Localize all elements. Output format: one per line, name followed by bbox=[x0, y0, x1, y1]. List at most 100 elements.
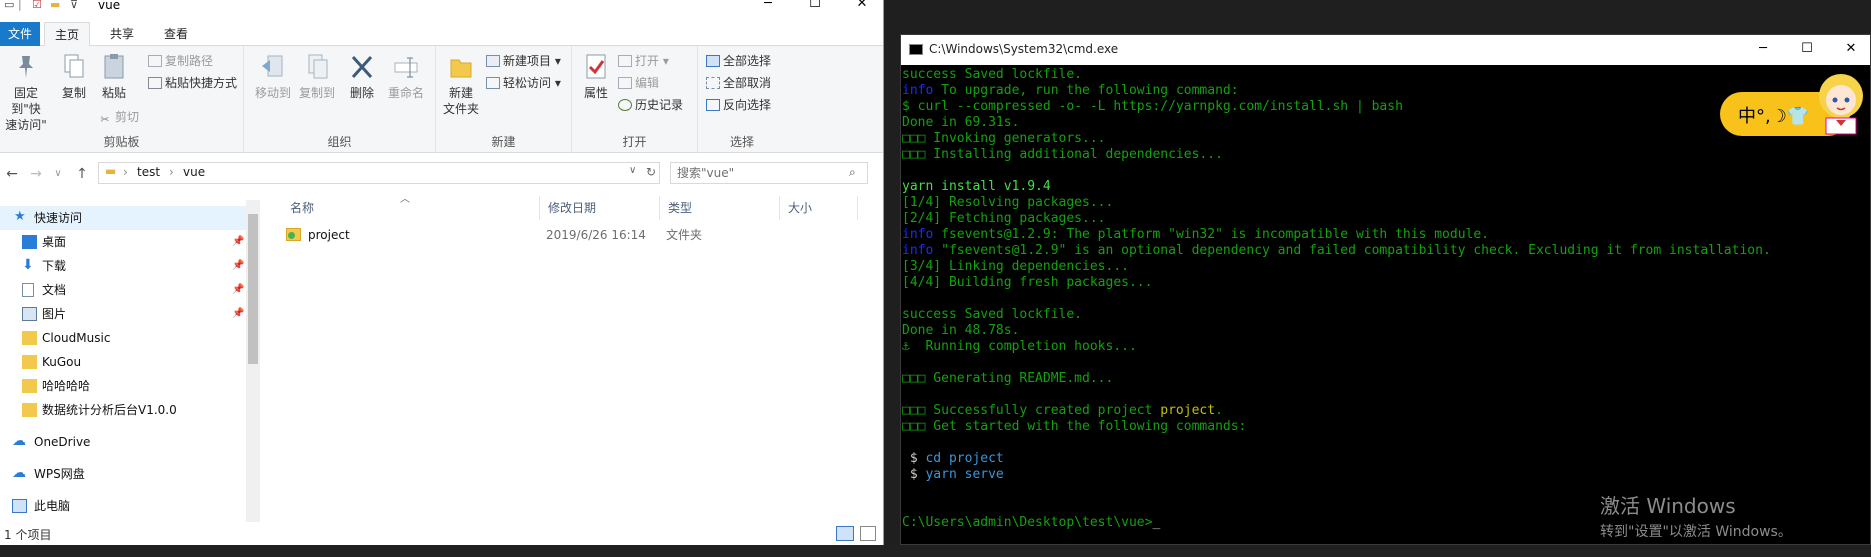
nav-item-cloudmusic[interactable]: CloudMusic bbox=[0, 326, 248, 350]
folder-icon: ▭ bbox=[4, 0, 15, 11]
breadcrumb-test[interactable]: test bbox=[137, 165, 160, 179]
rename-button[interactable]: 重命名 bbox=[384, 52, 428, 101]
column-header-size[interactable]: 大小 bbox=[780, 196, 858, 220]
search-input[interactable] bbox=[677, 166, 837, 180]
maximize-button[interactable]: ☐ bbox=[795, 0, 835, 12]
download-arrow-icon: ⬇ bbox=[22, 257, 34, 273]
cmd-maximize-button[interactable]: ☐ bbox=[1787, 41, 1827, 57]
breadcrumb-chevron-icon: › bbox=[169, 165, 174, 179]
up-arrow-icon[interactable]: ↑ bbox=[72, 165, 92, 183]
open-button[interactable]: 打开 ▾ bbox=[618, 52, 669, 70]
invert-selection-icon bbox=[706, 99, 720, 111]
console-line: [3/4] Linking dependencies... bbox=[902, 259, 1129, 274]
close-button[interactable]: ✕ bbox=[842, 0, 882, 12]
new-folder-button[interactable]: 新建 文件夹 bbox=[440, 52, 482, 117]
large-icons-view-icon[interactable] bbox=[860, 526, 876, 541]
copy-button[interactable]: 复制 bbox=[56, 52, 92, 101]
console-line: yarn install v1.9.4 bbox=[902, 179, 1051, 194]
properties-quick-icon[interactable]: ☑ bbox=[32, 0, 42, 12]
invert-selection-button[interactable]: 反向选择 bbox=[706, 96, 771, 114]
delete-button[interactable]: 删除 bbox=[344, 52, 380, 101]
copy-path-icon bbox=[148, 55, 162, 67]
terminal-icon bbox=[909, 44, 923, 55]
console-prompt[interactable]: C:\Users\admin\Desktop\test\vue>_ bbox=[902, 515, 1160, 531]
select-group: 全部选择 全部取消 反向选择 选择 bbox=[698, 46, 786, 153]
tab-view[interactable]: 查看 bbox=[154, 22, 198, 46]
new-folder-icon bbox=[450, 59, 472, 78]
column-header-name[interactable]: 名称 bbox=[282, 196, 540, 220]
paste-shortcut-button[interactable]: 粘贴快捷方式 bbox=[148, 74, 237, 92]
console-line: Done in 69.31s. bbox=[902, 115, 1020, 130]
customize-quick-access-icon[interactable]: ⊽ bbox=[70, 0, 78, 12]
new-folder-quick-icon[interactable]: ▬ bbox=[50, 0, 60, 12]
console-line: [2/4] Fetching packages... bbox=[902, 211, 1106, 226]
nav-item-desktop[interactable]: 桌面 📌 bbox=[0, 230, 248, 254]
file-row[interactable]: project 2019/6/26 16:14 文件夹 bbox=[278, 224, 878, 246]
column-header-type[interactable]: 类型 bbox=[660, 196, 780, 220]
console-line: success Saved lockfile. bbox=[902, 67, 1083, 82]
column-header-date[interactable]: 修改日期 bbox=[540, 196, 660, 220]
breadcrumb-vue[interactable]: vue bbox=[183, 165, 205, 179]
new-item-button[interactable]: 新建项目 ▾ bbox=[486, 52, 561, 70]
scissors-icon: ✂ bbox=[100, 113, 110, 126]
cmd-close-button[interactable]: ✕ bbox=[1831, 41, 1870, 57]
paste-button[interactable]: 粘贴 bbox=[96, 52, 132, 101]
refresh-icon[interactable]: ↻ bbox=[646, 165, 656, 179]
rename-icon bbox=[394, 57, 418, 78]
chevron-down-icon[interactable]: ∨ bbox=[629, 165, 636, 176]
address-input[interactable]: ▬ › test › vue ∨ ↻ bbox=[98, 162, 660, 184]
cmd-minimize-button[interactable]: ─ bbox=[1743, 41, 1783, 57]
tab-file[interactable]: 文件 bbox=[0, 22, 41, 46]
console-line: □□□ Generating README.md... bbox=[902, 371, 1114, 386]
properties-icon bbox=[586, 54, 606, 79]
separator: | bbox=[18, 0, 22, 11]
file-list-pane: ︿ 名称 修改日期 类型 大小 project 2019/6/26 16:14 … bbox=[260, 190, 883, 522]
nav-scrollbar-thumb[interactable] bbox=[248, 214, 258, 364]
select-all-button[interactable]: 全部选择 bbox=[706, 52, 771, 70]
properties-button[interactable]: 属性 bbox=[578, 52, 614, 101]
recent-chevron-icon[interactable]: ∨ bbox=[48, 165, 68, 183]
file-date: 2019/6/26 16:14 bbox=[546, 228, 646, 242]
nav-item-pictures[interactable]: 图片 📌 bbox=[0, 302, 248, 326]
nav-this-pc[interactable]: 此电脑 bbox=[0, 494, 248, 518]
select-none-button[interactable]: 全部取消 bbox=[706, 74, 771, 92]
nav-item-downloads[interactable]: ⬇ 下载 📌 bbox=[0, 254, 248, 278]
nav-item-data-dashboard[interactable]: 数据统计分析后台V1.0.0 bbox=[0, 398, 248, 422]
forward-arrow-icon[interactable]: → bbox=[26, 165, 46, 183]
nav-item-documents[interactable]: 文档 📌 bbox=[0, 278, 248, 302]
ribbon: 固定到"快 速访问" 复制 粘贴 复制路径 粘贴快捷方式 ✂ 剪切 剪贴板 移动… bbox=[0, 46, 883, 153]
cut-button[interactable]: ✂ 剪切 bbox=[98, 108, 139, 126]
pin-quick-access-button[interactable]: 固定到"快 速访问" bbox=[0, 52, 52, 133]
minimize-button[interactable]: ─ bbox=[748, 0, 788, 12]
copy-to-button[interactable]: 复制到 bbox=[296, 52, 338, 101]
activation-title: 激活 Windows bbox=[1600, 494, 1736, 518]
console-line: $ yarn serve bbox=[902, 467, 1004, 482]
nav-wps-drive[interactable]: ☁ WPS网盘 bbox=[0, 462, 248, 486]
move-to-button[interactable]: 移动到 bbox=[252, 52, 294, 101]
easy-access-icon bbox=[486, 77, 500, 89]
search-box[interactable]: ⌕ bbox=[670, 162, 868, 184]
desktop-icon bbox=[22, 235, 37, 249]
details-view-icon[interactable] bbox=[836, 526, 854, 541]
file-explorer-window: ▭ | ☑ ▬ ⊽ vue ─ ☐ ✕ 文件 主页 共享 查看 固定到"快 速访… bbox=[0, 0, 884, 545]
nav-item-hahaha[interactable]: 哈哈哈哈 bbox=[0, 374, 248, 398]
cmd-output[interactable]: success Saved lockfile. info To upgrade,… bbox=[901, 65, 1870, 544]
tab-share[interactable]: 共享 bbox=[100, 22, 144, 46]
history-button[interactable]: 历史记录 bbox=[618, 96, 683, 114]
pin-icon: 📌 bbox=[232, 236, 245, 247]
back-arrow-icon[interactable]: ← bbox=[2, 165, 22, 183]
nav-onedrive[interactable]: ☁ OneDrive bbox=[0, 430, 248, 454]
edit-button[interactable]: 编辑 bbox=[618, 74, 659, 92]
easy-access-button[interactable]: 轻松访问 ▾ bbox=[486, 74, 561, 92]
search-icon[interactable]: ⌕ bbox=[849, 165, 856, 180]
nav-scrollbar[interactable] bbox=[246, 200, 260, 522]
console-line: success Saved lockfile. bbox=[902, 307, 1083, 322]
nav-item-kugou[interactable]: KuGou bbox=[0, 350, 248, 374]
console-line: info To upgrade, run the following comma… bbox=[902, 83, 1239, 98]
open-group-label: 打开 bbox=[622, 135, 647, 149]
file-type: 文件夹 bbox=[666, 228, 703, 242]
tab-home[interactable]: 主页 bbox=[44, 22, 91, 47]
copy-icon bbox=[64, 54, 84, 78]
copy-path-button[interactable]: 复制路径 bbox=[148, 52, 213, 70]
nav-quick-access[interactable]: ★ 快速访问 bbox=[0, 206, 248, 230]
